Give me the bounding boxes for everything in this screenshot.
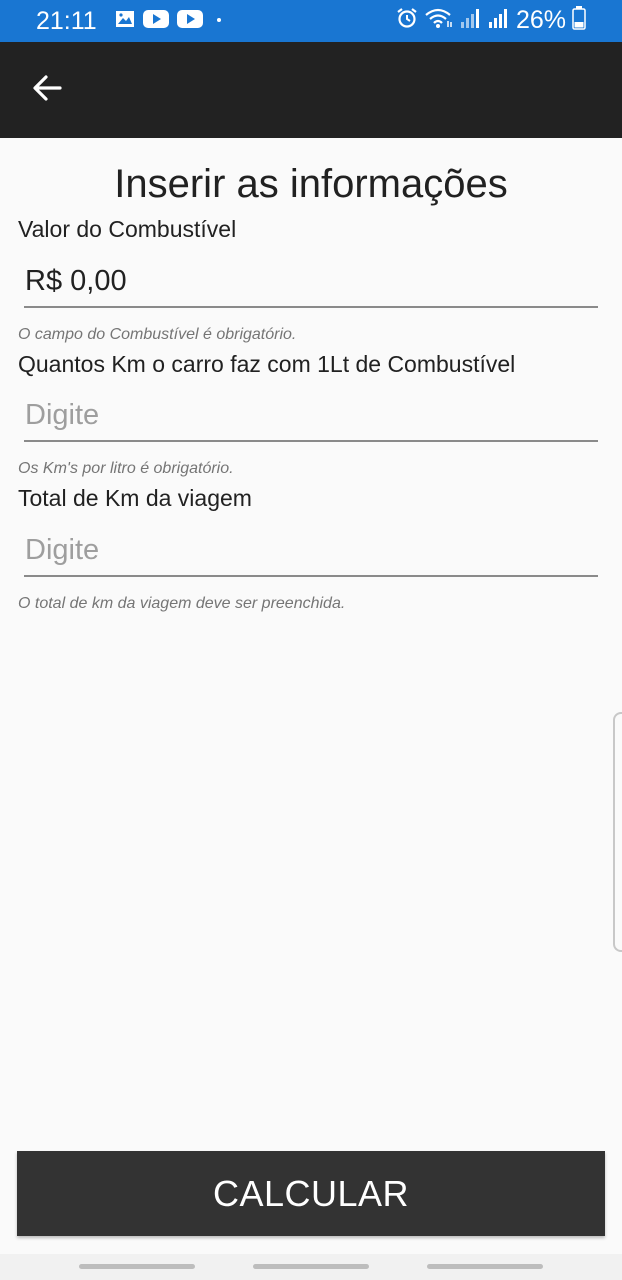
trip-km-input[interactable]	[24, 529, 598, 577]
app-bar	[0, 42, 622, 138]
calculate-button[interactable]: CALCULAR	[17, 1151, 605, 1236]
youtube-icon	[143, 10, 169, 33]
trip-km-error: O total de km da viagem deve ser preench…	[18, 595, 346, 612]
signal-icon	[488, 7, 510, 34]
fuel-price-label: Valor do Combustível	[18, 216, 237, 242]
signal-icon	[460, 7, 482, 34]
system-icons: 26%	[396, 6, 586, 35]
gallery-icon	[115, 10, 135, 33]
youtube-icon	[177, 10, 203, 33]
back-button[interactable]	[22, 68, 72, 112]
nav-back-button[interactable]	[427, 1264, 543, 1269]
km-per-liter-label: Quantos Km o carro faz com 1Lt de Combus…	[18, 351, 516, 377]
battery-percentage: 26%	[515, 6, 566, 34]
navigation-bar	[0, 1254, 622, 1280]
alarm-icon	[396, 7, 418, 34]
edge-panel-handle[interactable]	[613, 712, 622, 952]
wifi-icon	[424, 7, 454, 34]
fuel-price-input[interactable]	[24, 260, 598, 308]
page-title: Inserir as informações	[114, 162, 508, 206]
km-per-liter-input[interactable]	[24, 394, 598, 442]
notification-icons	[115, 10, 227, 33]
status-time: 21:11	[36, 7, 97, 35]
trip-km-label: Total de Km da viagem	[18, 485, 252, 511]
nav-home-button[interactable]	[253, 1264, 369, 1269]
km-per-liter-error: Os Km's por litro é obrigatório.	[18, 460, 234, 477]
battery-icon	[572, 6, 586, 35]
nav-recents-button[interactable]	[79, 1264, 195, 1269]
arrow-left-icon	[32, 74, 62, 107]
dot-icon	[211, 10, 227, 33]
status-bar: 21:11 26%	[0, 0, 622, 42]
fuel-price-error: O campo do Combustível é obrigatório.	[18, 326, 297, 343]
